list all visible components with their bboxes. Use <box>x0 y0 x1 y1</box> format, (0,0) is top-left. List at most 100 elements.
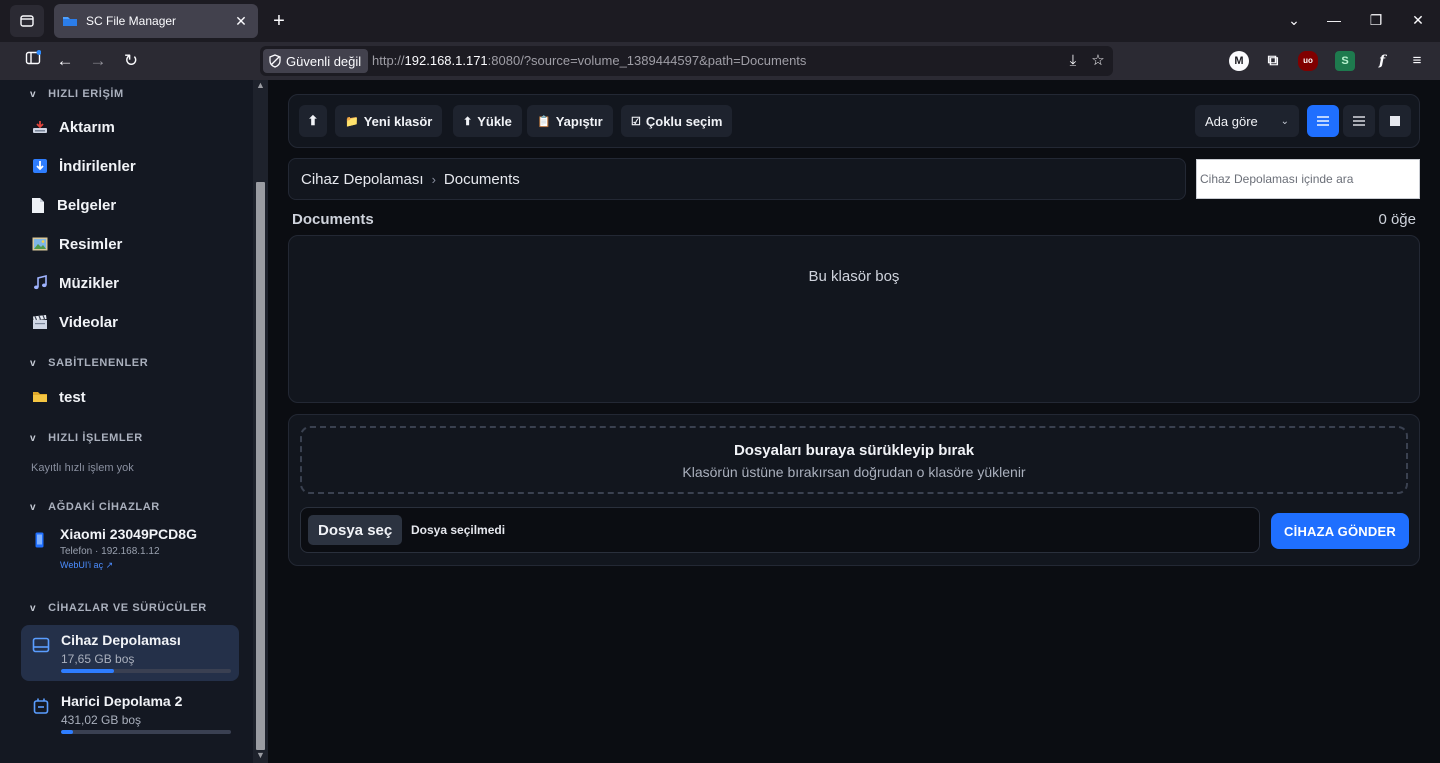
tab-title: SC File Manager <box>86 14 177 28</box>
sidebar-item-label: Müzikler <box>59 274 120 292</box>
external-drive-icon <box>33 698 49 714</box>
multi-select-button[interactable]: ☑ Çoklu seçim <box>621 105 733 137</box>
go-up-button[interactable]: ⬆ <box>299 105 327 137</box>
drop-zone[interactable]: Dosyaları buraya sürükleyip bırak Klasör… <box>300 426 1408 494</box>
security-label: Güvenli değil <box>286 53 362 69</box>
section-quick-actions[interactable]: v HIZLI İŞLEMLER <box>30 432 143 444</box>
device-info: Telefon · 192.168.1.12 <box>60 546 160 557</box>
breadcrumb-current[interactable]: Documents <box>444 171 520 188</box>
restore-icon[interactable]: ❐ <box>1366 10 1386 30</box>
drive-free-space: 431,02 GB boş <box>61 713 142 727</box>
toolbar: ⬆ 📁 Yeni klasör ⬆ Yükle 📋 Yapıştır ☑ Çoklu s… <box>288 94 1420 148</box>
shield-warning-icon <box>269 54 281 68</box>
extension-m-icon[interactable]: M <box>1229 51 1249 71</box>
sort-select[interactable]: Ada göre ⌄ <box>1195 105 1299 137</box>
upload-label: Yükle <box>477 113 512 129</box>
choose-file-button[interactable]: Dosya seç <box>308 515 403 545</box>
list-view-icon <box>1317 116 1329 126</box>
close-tab-icon[interactable]: ✕ <box>232 13 250 30</box>
sidebar: v HIZLI ERİŞİM Aktarım İndirilenler Belge… <box>0 80 268 763</box>
scroll-up-arrow-icon[interactable]: ▲ <box>255 80 266 92</box>
section-quick-access[interactable]: v HIZLI ERİŞİM <box>30 88 124 100</box>
reload-icon[interactable]: ↻ <box>118 48 144 74</box>
upload-button[interactable]: ⬆ Yükle <box>453 105 522 137</box>
section-title: CİHAZLAR VE SÜRÜCÜLER <box>48 602 207 614</box>
extensions-puzzle-icon[interactable]: ⧉ <box>1263 51 1283 71</box>
section-title: AĞDAKİ CİHAZLAR <box>48 501 160 513</box>
no-file-selected-text: Dosya seçilmedi <box>411 523 506 537</box>
checkbox-icon: ☑ <box>631 115 641 128</box>
minimize-icon[interactable]: — <box>1324 10 1344 30</box>
grid-view-button[interactable] <box>1379 105 1411 137</box>
drive-name: Cihaz Depolaması <box>61 632 181 648</box>
sidebar-item-belgeler[interactable]: Belgeler <box>28 193 116 217</box>
compact-view-button[interactable] <box>1343 105 1375 137</box>
section-title: HIZLI ERİŞİM <box>48 88 124 100</box>
sort-value: Ada göre <box>1205 113 1258 129</box>
tab-list-button[interactable] <box>10 5 44 37</box>
folder-icon: 📁 <box>345 115 359 128</box>
paste-label: Yapıştır <box>555 113 603 129</box>
paste-button[interactable]: 📋 Yapıştır <box>527 105 613 137</box>
chevron-down-icon: v <box>30 357 37 369</box>
breadcrumb-separator: › <box>431 171 436 187</box>
document-icon <box>28 195 48 215</box>
sidebar-scrollbar[interactable]: ▲ ▼ <box>253 80 268 763</box>
back-icon[interactable]: ← <box>52 48 78 74</box>
extension-f-icon[interactable]: f <box>1372 51 1392 71</box>
folder-icon <box>30 387 50 407</box>
drive-item-cihaz-depolamasi[interactable]: Cihaz Depolaması 17,65 GB boş <box>21 625 239 681</box>
sidebar-item-aktarim[interactable]: Aktarım <box>30 115 115 139</box>
url-bar[interactable]: Güvenli değil http://192.168.1.171:8080/… <box>260 46 1113 76</box>
sidebar-item-resimler[interactable]: Resimler <box>30 232 122 256</box>
ublock-icon[interactable]: uo <box>1298 51 1318 71</box>
chevron-down-icon[interactable]: ⌄ <box>1284 10 1304 30</box>
sidebar-item-videolar[interactable]: Videolar <box>30 310 118 334</box>
new-folder-label: Yeni klasör <box>363 113 433 129</box>
upload-panel: Dosyaları buraya sürükleyip bırak Klasör… <box>288 414 1420 566</box>
sidebar-item-muzikler[interactable]: Müzikler <box>30 271 119 295</box>
scroll-thumb[interactable] <box>256 182 265 750</box>
sidebar-item-indirilenler[interactable]: İndirilenler <box>30 154 136 178</box>
new-tab-button[interactable]: + <box>266 8 292 34</box>
compact-list-icon <box>1353 116 1365 126</box>
save-page-icon[interactable]: ⤓ <box>1063 51 1083 71</box>
chevron-down-icon: v <box>30 602 37 614</box>
bookmark-star-icon[interactable]: ☆ <box>1088 51 1108 71</box>
security-indicator[interactable]: Güvenli değil <box>263 49 369 73</box>
sidebar-toggle-icon[interactable] <box>20 48 46 74</box>
sidebar-item-test[interactable]: test <box>30 385 86 409</box>
quick-actions-empty: Kayıtlı hızlı işlem yok <box>31 462 134 474</box>
picture-icon <box>30 234 50 254</box>
chevron-down-icon: v <box>30 88 37 100</box>
browser-tab[interactable]: SC File Manager ✕ <box>54 4 258 38</box>
search-input[interactable] <box>1196 159 1420 199</box>
new-folder-button[interactable]: 📁 Yeni klasör <box>335 105 443 137</box>
file-input[interactable]: Dosya seç Dosya seçilmedi <box>300 507 1260 553</box>
main-content: ⬆ 📁 Yeni klasör ⬆ Yükle 📋 Yapıştır ☑ Çoklu s… <box>268 80 1440 763</box>
hamburger-menu-icon[interactable]: ≡ <box>1407 51 1427 71</box>
drop-zone-title: Dosyaları buraya sürükleyip bırak <box>733 442 975 459</box>
open-webui-link[interactable]: WebUI'i aç ↗ <box>60 560 113 571</box>
section-devices-drives[interactable]: v CİHAZLAR VE SÜRÜCÜLER <box>30 602 207 614</box>
section-pinned[interactable]: v SABİTLENENLER <box>30 357 148 369</box>
section-title: SABİTLENENLER <box>48 357 149 369</box>
up-arrow-icon: ⬆ <box>463 115 473 128</box>
forward-icon[interactable]: → <box>85 48 111 74</box>
close-window-icon[interactable]: ✕ <box>1408 10 1428 30</box>
breadcrumb-root[interactable]: Cihaz Depolaması <box>301 171 424 188</box>
music-icon <box>30 273 50 293</box>
list-view-button[interactable] <box>1307 105 1339 137</box>
sidebar-item-label: Videolar <box>59 313 118 331</box>
chevron-down-icon: v <box>30 501 37 513</box>
sidebar-item-label: test <box>59 388 86 406</box>
sidebar-item-label: Belgeler <box>57 196 117 214</box>
scroll-down-arrow-icon[interactable]: ▼ <box>255 750 266 762</box>
transfer-icon <box>30 117 50 137</box>
clipboard-icon: 📋 <box>537 115 551 128</box>
drive-item-harici-depolama-2[interactable]: Harici Depolama 2 431,02 GB boş <box>21 686 239 742</box>
download-icon <box>30 156 50 176</box>
send-to-device-button[interactable]: CİHAZA GÖNDER <box>1271 513 1409 549</box>
section-network-devices[interactable]: v AĞDAKİ CİHAZLAR <box>30 501 160 513</box>
extension-s-icon[interactable]: S <box>1335 51 1355 71</box>
